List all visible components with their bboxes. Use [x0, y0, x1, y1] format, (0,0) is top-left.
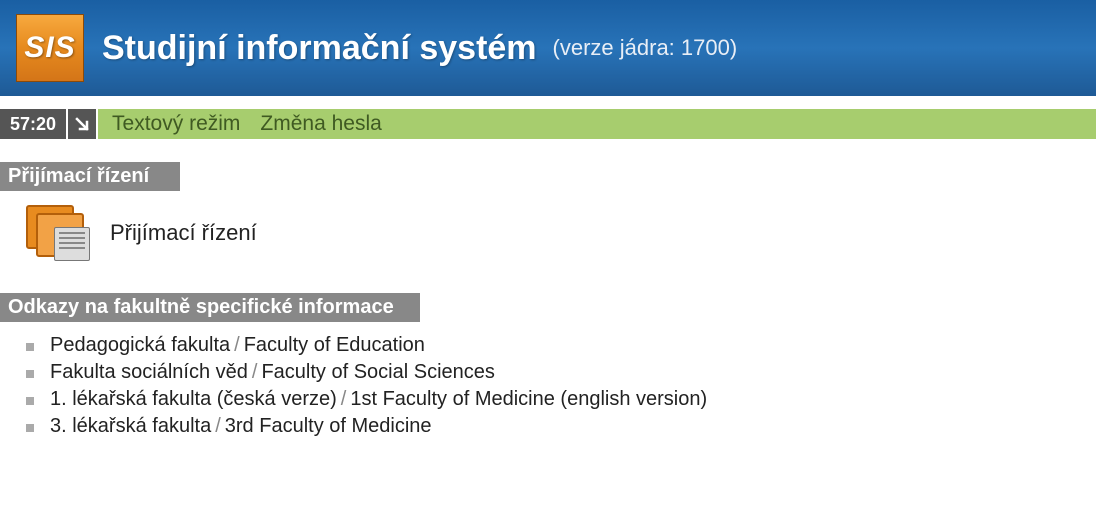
menu-link-text-mode[interactable]: Textový režim — [112, 112, 240, 136]
app-title: Studijní informační systém — [102, 29, 537, 68]
separator: / — [230, 334, 244, 356]
menu-bar: 57:20 Textový režim Změna hesla — [0, 108, 1096, 140]
list-item: 3. lékařská fakulta/3rd Faculty of Medic… — [26, 413, 1096, 440]
menu-link-change-password[interactable]: Změna hesla — [260, 112, 381, 136]
separator: / — [248, 361, 262, 383]
session-timer: 57:20 — [0, 109, 68, 139]
list-item: Fakulta sociálních věd/Faculty of Social… — [26, 359, 1096, 386]
faculty-link-cz[interactable]: Fakulta sociálních věd — [50, 361, 248, 383]
faculty-link-en[interactable]: Faculty of Education — [244, 334, 425, 356]
app-logo[interactable]: SIS — [16, 14, 84, 82]
faculty-link-en[interactable]: 1st Faculty of Medicine (english version… — [350, 388, 707, 410]
arrow-down-right-icon — [74, 116, 90, 132]
faculty-link-cz[interactable]: 1. lékařská fakulta (česká verze) — [50, 388, 337, 410]
faculty-link-cz[interactable]: 3. lékařská fakulta — [50, 415, 211, 437]
faculty-link-cz[interactable]: Pedagogická fakulta — [50, 334, 230, 356]
module-row-admissions: Přijímací řízení — [0, 191, 1096, 271]
module-link-admissions[interactable]: Přijímací řízení — [110, 220, 257, 246]
separator: / — [337, 388, 351, 410]
list-item: Pedagogická fakulta/Faculty of Education — [26, 332, 1096, 359]
app-version: (verze jádra: 1700) — [553, 35, 738, 61]
menu-links: Textový režim Změna hesla — [98, 109, 382, 139]
separator: / — [211, 415, 225, 437]
section-title-faculty-links: Odkazy na fakultně specifické informace — [0, 293, 420, 322]
app-header: SIS Studijní informační systém (verze já… — [0, 0, 1096, 96]
app-logo-text: SIS — [24, 31, 75, 65]
section-title-admissions: Přijímací řízení — [0, 162, 180, 191]
faculty-links-list: Pedagogická fakulta/Faculty of Education… — [0, 322, 1096, 440]
documents-icon — [24, 205, 92, 261]
menu-toggle-button[interactable] — [68, 109, 98, 139]
faculty-link-en[interactable]: Faculty of Social Sciences — [261, 361, 494, 383]
list-item: 1. lékařská fakulta (česká verze)/1st Fa… — [26, 386, 1096, 413]
faculty-link-en[interactable]: 3rd Faculty of Medicine — [225, 415, 432, 437]
